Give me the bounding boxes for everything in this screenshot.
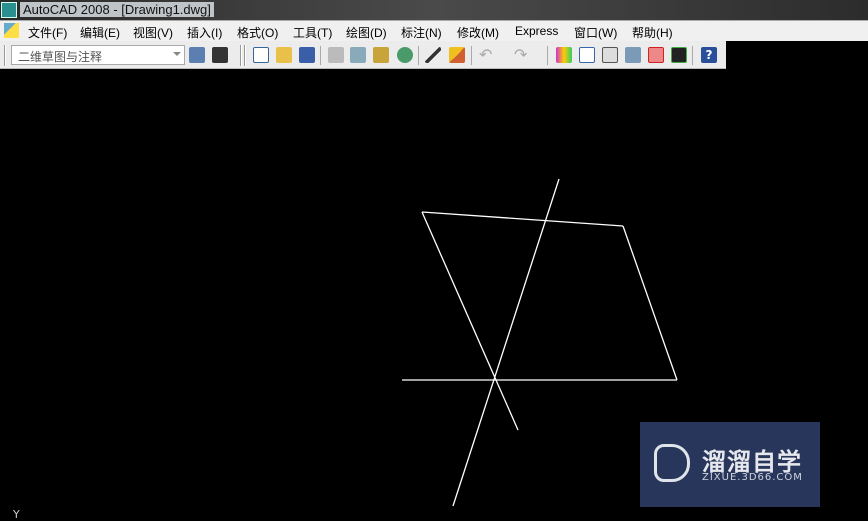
- separator: [320, 46, 321, 65]
- help-icon[interactable]: ?: [701, 47, 717, 63]
- publish-icon[interactable]: [373, 47, 389, 63]
- autocad-app-icon[interactable]: [1, 2, 17, 18]
- match-properties-icon[interactable]: [425, 47, 441, 63]
- toolbar-grip[interactable]: [244, 45, 246, 66]
- menu-view[interactable]: 视图(V): [133, 24, 173, 41]
- redo-icon[interactable]: ↷: [514, 47, 530, 63]
- standard-toolbar: 二维草图与注释 ↶ ↷ ?: [0, 41, 726, 69]
- 3d-dwf-icon[interactable]: [397, 47, 413, 63]
- menu-express[interactable]: Express: [515, 24, 558, 38]
- drawing-line[interactable]: [622, 225, 678, 381]
- menu-draw[interactable]: 绘图(D): [346, 24, 387, 41]
- workspace-dropdown[interactable]: 二维草图与注释: [11, 45, 185, 65]
- separator: [471, 46, 472, 65]
- watermark: 溜溜自学 ZIXUE.3D66.COM: [640, 422, 820, 507]
- document-icon[interactable]: [4, 23, 19, 38]
- clean-screen-icon[interactable]: [212, 47, 228, 63]
- toolbar-empty-area: [726, 41, 868, 69]
- print-icon[interactable]: [328, 47, 344, 63]
- toolbar-grip[interactable]: [4, 45, 6, 66]
- menu-tools[interactable]: 工具(T): [293, 24, 332, 41]
- save-icon[interactable]: [299, 47, 315, 63]
- separator: [418, 46, 419, 65]
- undo-icon[interactable]: ↶: [479, 47, 495, 63]
- menu-dimension[interactable]: 标注(N): [401, 24, 442, 41]
- menu-insert[interactable]: 插入(I): [187, 24, 222, 41]
- drawing-line[interactable]: [421, 211, 624, 227]
- ucs-y-label: Y: [13, 508, 20, 521]
- watermark-url: ZIXUE.3D66.COM: [702, 472, 803, 483]
- menu-file[interactable]: 文件(F): [28, 24, 67, 41]
- block-editor-icon[interactable]: [449, 47, 465, 63]
- drawing-line[interactable]: [421, 211, 519, 431]
- menu-modify[interactable]: 修改(M): [457, 24, 499, 41]
- window-title: AutoCAD 2008 - [Drawing1.dwg]: [20, 2, 214, 17]
- title-bar: AutoCAD 2008 - [Drawing1.dwg]: [0, 0, 868, 20]
- tool-palettes-icon[interactable]: [602, 47, 618, 63]
- play-logo-icon: [654, 444, 690, 482]
- markup-icon[interactable]: [648, 47, 664, 63]
- separator: [692, 46, 693, 65]
- toolbar-grip[interactable]: [240, 45, 242, 66]
- chevron-down-icon: [173, 52, 181, 60]
- print-preview-icon[interactable]: [350, 47, 366, 63]
- menu-format[interactable]: 格式(O): [237, 24, 278, 41]
- properties-icon[interactable]: [556, 47, 572, 63]
- separator: [547, 46, 548, 65]
- calculator-icon[interactable]: [671, 47, 687, 63]
- menu-window[interactable]: 窗口(W): [574, 24, 617, 41]
- open-file-icon[interactable]: [276, 47, 292, 63]
- sheet-set-icon[interactable]: [625, 47, 641, 63]
- menu-bar: 文件(F) 编辑(E) 视图(V) 插入(I) 格式(O) 工具(T) 绘图(D…: [0, 20, 868, 41]
- workspace-settings-icon[interactable]: [189, 47, 205, 63]
- design-center-icon[interactable]: [579, 47, 595, 63]
- menu-help[interactable]: 帮助(H): [632, 24, 673, 41]
- workspace-value: 二维草图与注释: [18, 50, 103, 64]
- new-file-icon[interactable]: [253, 47, 269, 63]
- menu-edit[interactable]: 编辑(E): [80, 24, 120, 41]
- drawing-line[interactable]: [452, 178, 560, 507]
